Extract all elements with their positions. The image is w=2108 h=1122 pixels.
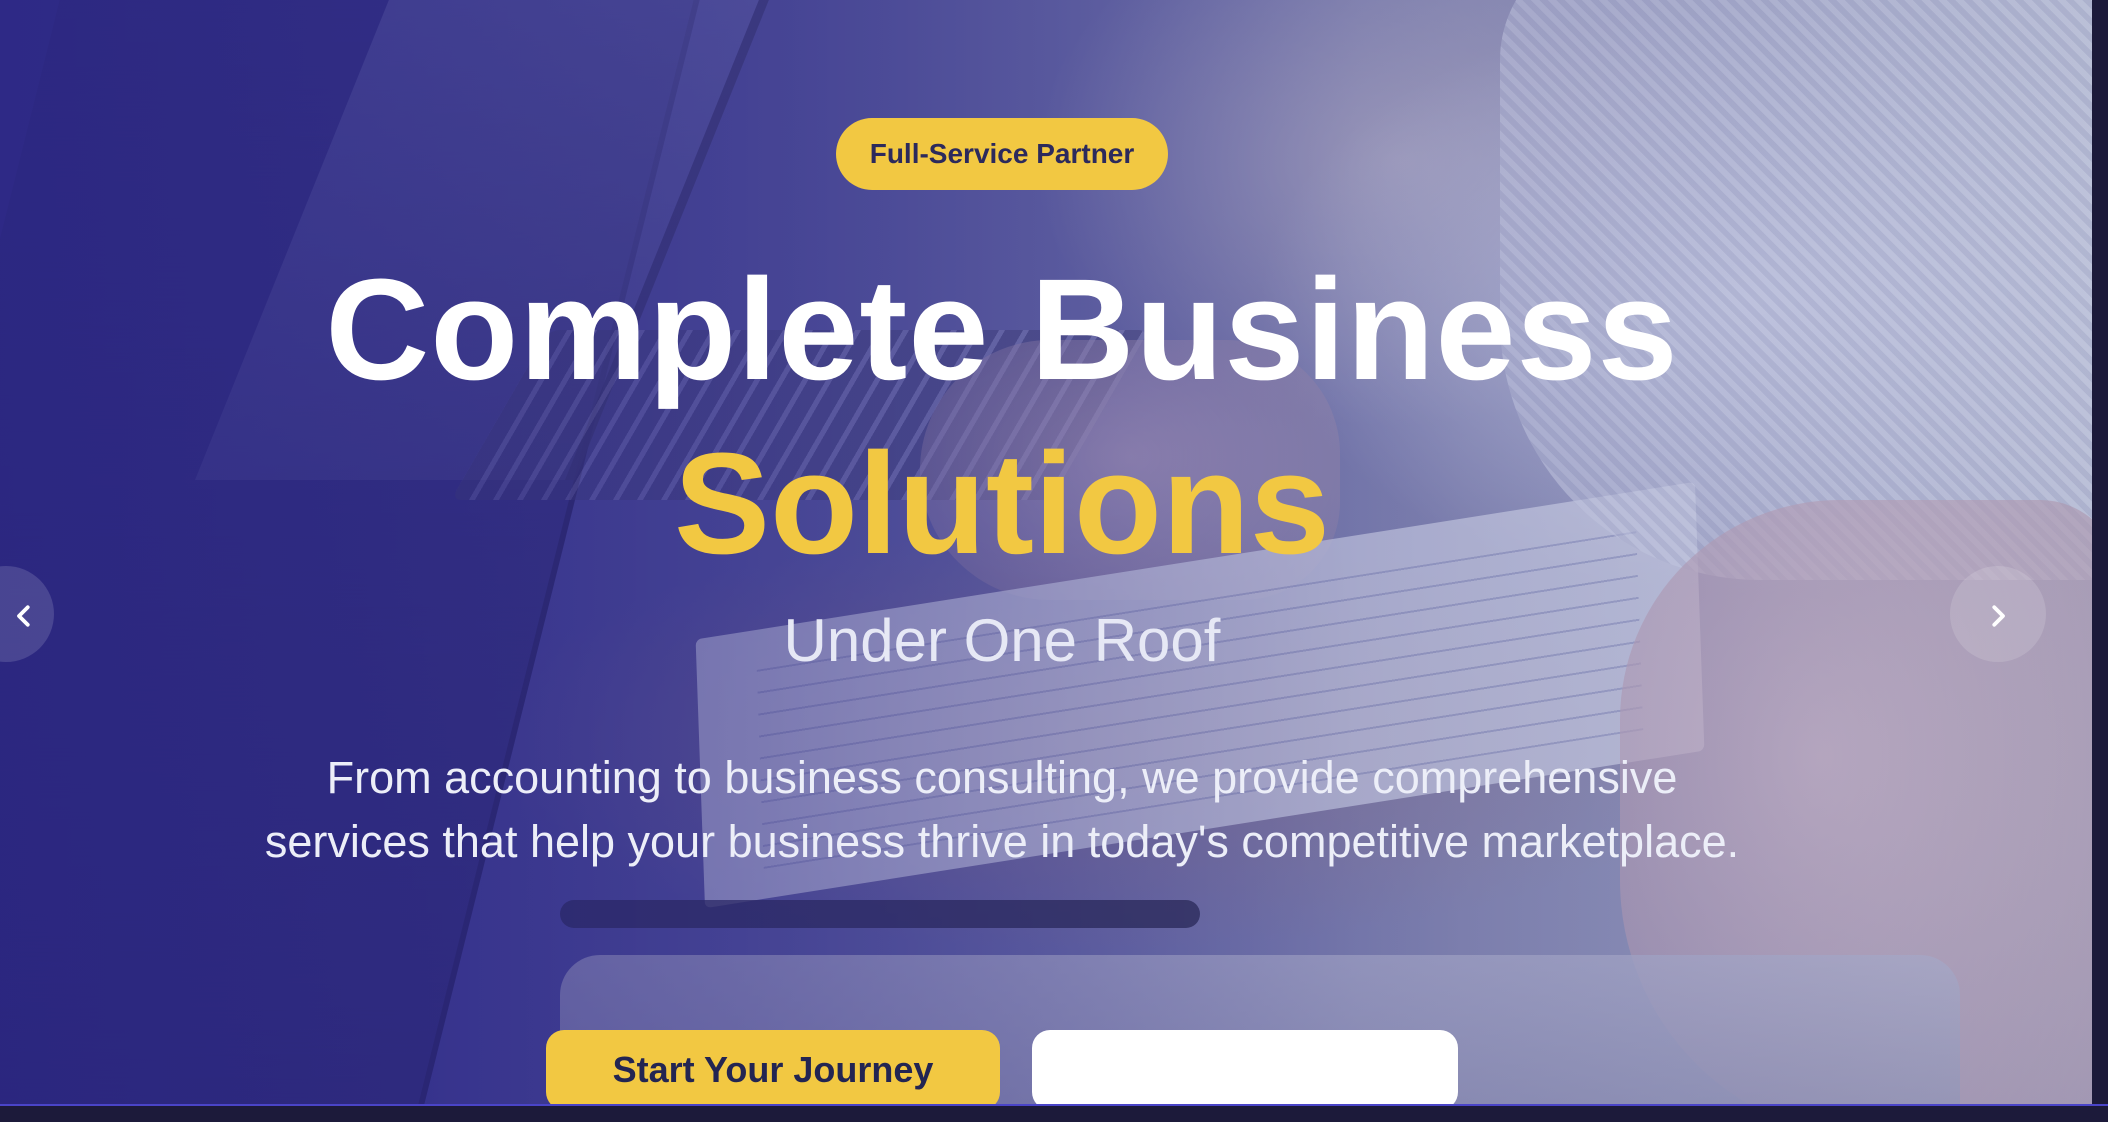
hero-slide: Full-Service Partner Complete Business S… [0, 0, 2092, 1104]
chevron-right-icon [1992, 605, 2005, 628]
hero-title: Complete Business [325, 249, 1679, 410]
scrollbar-gutter [2092, 0, 2108, 1122]
start-journey-button[interactable]: Start Your Journey [546, 1030, 1000, 1104]
page-bottom-edge [0, 1104, 2108, 1122]
secondary-cta-button[interactable] [1032, 1030, 1458, 1104]
hero-description: From accounting to business consulting, … [264, 752, 1740, 867]
chevron-left-icon [17, 605, 30, 628]
hero-subtitle: Under One Roof [783, 607, 1221, 674]
hero-badge: Full-Service Partner [836, 118, 1168, 190]
hero-title-highlight: Solutions [674, 423, 1330, 584]
hero-content: Full-Service Partner Complete Business S… [0, 0, 2004, 1104]
carousel-next-button[interactable] [1950, 566, 2046, 662]
